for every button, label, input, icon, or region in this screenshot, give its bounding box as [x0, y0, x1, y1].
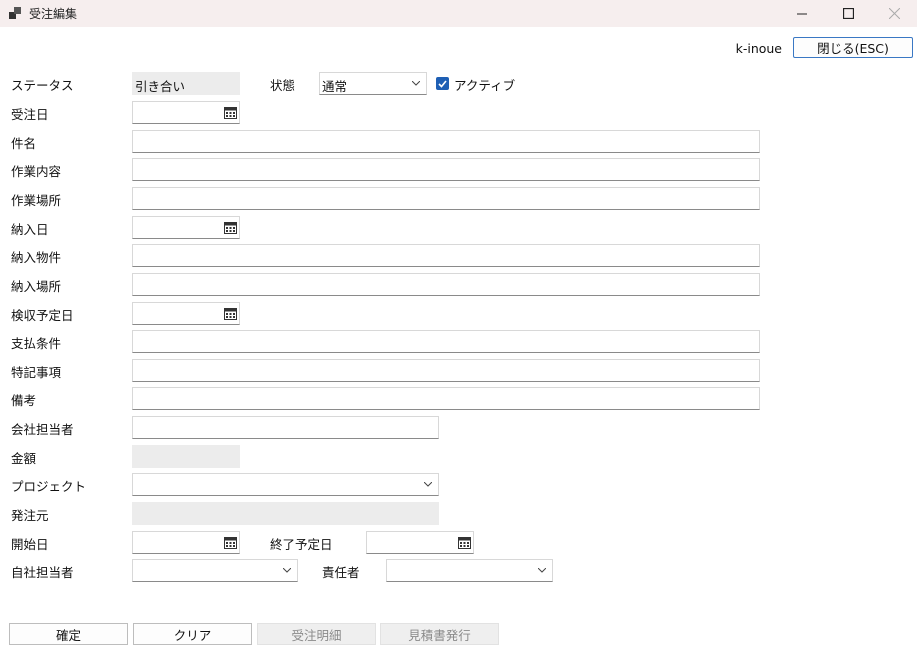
close-esc-button[interactable]: 閉じる(ESC): [793, 37, 913, 58]
project-select[interactable]: [132, 473, 439, 496]
status-value: 引き合い: [135, 79, 186, 94]
calendar-icon[interactable]: [224, 307, 237, 320]
orderer-field: [132, 502, 439, 525]
chevron-down-icon: [424, 482, 432, 487]
amount-label: 金額: [11, 451, 37, 466]
estimate-issue-button[interactable]: 見積書発行: [380, 623, 499, 645]
work-place-input[interactable]: [132, 187, 760, 210]
calendar-icon[interactable]: [224, 106, 237, 119]
start-date-label: 開始日: [11, 537, 49, 552]
manager-select[interactable]: [386, 559, 553, 582]
special-notes-input[interactable]: [132, 359, 760, 382]
confirm-button[interactable]: 確定: [9, 623, 128, 645]
client-contact-label: 会社担当者: [11, 422, 74, 437]
end-date-label: 終了予定日: [270, 537, 333, 552]
payment-terms-label: 支払条件: [11, 336, 62, 351]
payment-terms-input[interactable]: [132, 330, 760, 353]
subject-input[interactable]: [132, 130, 760, 153]
user-name: k-inoue: [735, 41, 782, 56]
order-date-picker[interactable]: [132, 101, 240, 124]
window-title: 受注編集: [29, 7, 78, 21]
own-contact-label: 自社担当者: [11, 565, 74, 580]
client-contact-input[interactable]: [132, 416, 439, 439]
maximize-button[interactable]: [825, 0, 871, 27]
minimize-icon: [797, 13, 807, 14]
amount-field: [132, 445, 240, 468]
start-date-picker[interactable]: [132, 531, 240, 554]
state-select[interactable]: 通常: [319, 72, 427, 95]
special-notes-label: 特記事項: [11, 365, 62, 380]
calendar-icon[interactable]: [224, 221, 237, 234]
clear-button[interactable]: クリア: [133, 623, 252, 645]
state-label: 状態: [270, 78, 296, 93]
calendar-icon[interactable]: [224, 536, 237, 549]
work-content-input[interactable]: [132, 158, 760, 181]
chevron-down-icon: [283, 568, 291, 573]
app-icon: [9, 7, 22, 20]
end-date-picker[interactable]: [366, 531, 474, 554]
checkmark-icon: [438, 79, 447, 88]
order-detail-button[interactable]: 受注明細: [257, 623, 376, 645]
status-label: ステータス: [11, 78, 74, 93]
manager-label: 責任者: [322, 565, 360, 580]
close-icon: [888, 8, 900, 19]
own-contact-select[interactable]: [132, 559, 298, 582]
orderer-label: 発注元: [11, 508, 49, 523]
work-place-label: 作業場所: [11, 193, 62, 208]
delivery-date-picker[interactable]: [132, 216, 240, 239]
inspection-date-picker[interactable]: [132, 302, 240, 325]
subject-label: 件名: [11, 136, 37, 151]
order-date-label: 受注日: [11, 107, 49, 122]
window-close-button[interactable]: [871, 0, 917, 27]
state-selected-value: 通常: [322, 79, 348, 94]
status-field: 引き合い: [132, 72, 240, 95]
minimize-button[interactable]: [779, 0, 825, 27]
delivery-place-label: 納入場所: [11, 279, 62, 294]
delivery-place-input[interactable]: [132, 273, 760, 296]
delivery-item-input[interactable]: [132, 244, 760, 267]
chevron-down-icon: [412, 81, 420, 86]
calendar-icon[interactable]: [458, 536, 471, 549]
remarks-label: 備考: [11, 393, 37, 408]
delivery-date-label: 納入日: [11, 222, 49, 237]
title-bar: 受注編集: [0, 0, 917, 27]
maximize-icon: [842, 8, 854, 19]
project-label: プロジェクト: [11, 479, 87, 494]
remarks-input[interactable]: [132, 387, 760, 410]
active-checkbox[interactable]: [436, 77, 449, 90]
chevron-down-icon: [538, 568, 546, 573]
inspection-date-label: 検収予定日: [11, 308, 74, 323]
delivery-item-label: 納入物件: [11, 250, 62, 265]
active-label: アクティブ: [454, 78, 516, 93]
work-content-label: 作業内容: [11, 164, 62, 179]
